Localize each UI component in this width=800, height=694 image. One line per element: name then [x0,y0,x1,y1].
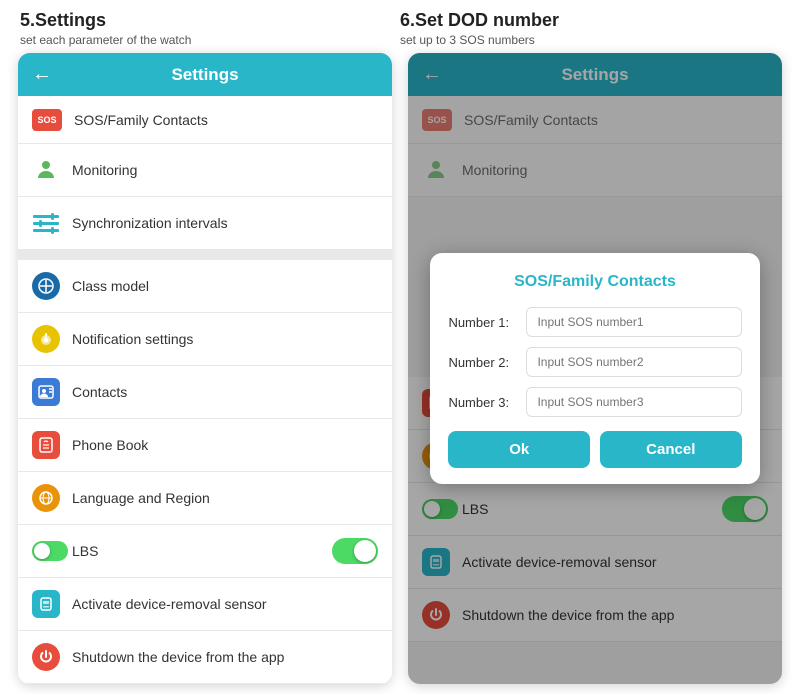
number2-label: Number 2: [448,355,518,370]
phonebook-icon-left [32,431,60,459]
modal-overlay: SOS/Family Contacts Number 1: Number 2: … [408,53,782,684]
menu-item-sos-left[interactable]: SOS SOS/Family Contacts [18,96,392,144]
shutdown-label-left: Shutdown the device from the app [72,649,378,665]
sync-label-left: Synchronization intervals [72,215,378,231]
lbs-toggle-left[interactable] [332,538,378,564]
class-icon-left [32,272,60,300]
menu-item-language-left[interactable]: Language and Region [18,472,392,525]
class-label-left: Class model [72,278,378,294]
menu-item-lbs-left[interactable]: LBS [18,525,392,578]
cancel-button[interactable]: Cancel [600,431,742,468]
left-title: 5.Settings [20,10,400,31]
notif-icon-left [32,325,60,353]
number1-input[interactable] [526,307,741,337]
number3-label: Number 3: [448,395,518,410]
divider-left [18,250,392,260]
menu-item-shutdown-left[interactable]: Shutdown the device from the app [18,631,392,684]
contacts-icon-left [32,378,60,406]
lbs-icon-left [32,537,60,565]
left-menu-list: SOS SOS/Family Contacts Monitoring [18,96,392,684]
right-phone-screen: ← Settings SOS SOS/Family Contacts Monit… [408,53,782,684]
left-screen-title: Settings [62,65,348,85]
sos-label-left: SOS/Family Contacts [74,112,378,128]
contacts-label-left: Contacts [72,384,378,400]
left-screen-header: ← Settings [18,53,392,96]
right-panel-header: 6.Set DOD number set up to 3 SOS numbers [400,10,780,47]
sensor-icon-left [32,590,60,618]
left-panel-header: 5.Settings set each parameter of the wat… [20,10,400,47]
number3-input[interactable] [526,387,741,417]
menu-item-class-left[interactable]: Class model [18,260,392,313]
modal-row-2: Number 2: [448,347,741,377]
menu-item-contacts-left[interactable]: Contacts [18,366,392,419]
sensor-label-left: Activate device-removal sensor [72,596,378,612]
ok-button[interactable]: Ok [448,431,590,468]
sos-modal: SOS/Family Contacts Number 1: Number 2: … [430,253,759,484]
modal-title: SOS/Family Contacts [448,273,741,291]
right-title: 6.Set DOD number [400,10,780,31]
menu-item-monitoring-left[interactable]: Monitoring [18,144,392,197]
menu-item-sync-left[interactable]: Synchronization intervals [18,197,392,250]
modal-buttons: Ok Cancel [448,431,741,468]
menu-item-sensor-left[interactable]: Activate device-removal sensor [18,578,392,631]
monitoring-icon-left [32,156,60,184]
left-phone-screen: ← Settings SOS SOS/Family Contacts Monit… [18,53,392,684]
right-subtitle: set up to 3 SOS numbers [400,33,780,47]
phonebook-label-left: Phone Book [72,437,378,453]
menu-item-notif-left[interactable]: Notification settings [18,313,392,366]
left-back-arrow[interactable]: ← [32,63,52,86]
menu-item-phonebook-left[interactable]: Phone Book [18,419,392,472]
globe-icon-left [32,484,60,512]
monitoring-label-left: Monitoring [72,162,378,178]
lbs-label-left: LBS [72,543,320,559]
number1-label: Number 1: [448,315,518,330]
notif-label-left: Notification settings [72,331,378,347]
modal-row-3: Number 3: [448,387,741,417]
sos-icon-left: SOS [32,109,62,131]
left-subtitle: set each parameter of the watch [20,33,400,47]
number2-input[interactable] [526,347,741,377]
language-label-left: Language and Region [72,490,378,506]
modal-row-1: Number 1: [448,307,741,337]
shutdown-icon-left [32,643,60,671]
sync-icon-left [32,209,60,237]
